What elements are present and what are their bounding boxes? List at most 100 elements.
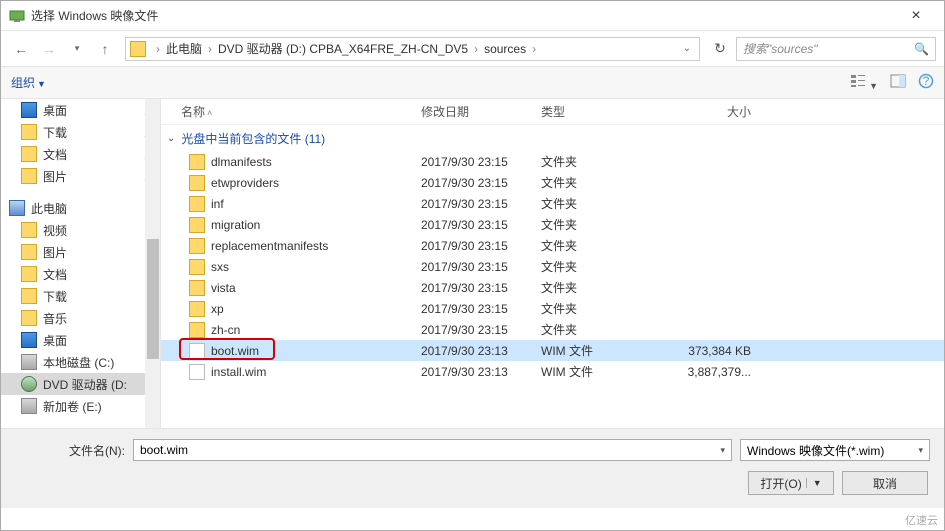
chevron-down-icon[interactable]: ⌄ [679,43,695,54]
group-header[interactable]: ⌄ 光盘中当前包含的文件 (11) [161,125,944,151]
file-row[interactable]: sxs2017/9/30 23:15文件夹 [161,256,944,277]
file-name: etwproviders [211,176,279,190]
open-button[interactable]: 打开(O)▼ [748,471,834,495]
help-button[interactable]: ? [918,73,934,92]
watermark: 亿速云 [905,512,938,528]
file-type: 文件夹 [541,153,661,170]
search-input[interactable]: 搜索"sources" 🔍 [736,37,936,61]
toolbar: 组织▼ ▼ ? [1,67,944,99]
tree-item[interactable]: DVD 驱动器 (D: [1,373,161,395]
chevron-down-icon: ▼ [37,79,46,89]
monitor-icon [21,102,37,118]
folder-icon [189,322,205,338]
tree-item[interactable]: 桌面 [1,99,161,121]
folder-icon [189,301,205,317]
file-row[interactable]: replacementmanifests 2017/9/30 23:15文件夹 [161,235,944,256]
file-date: 2017/9/30 23:15 [421,260,541,274]
column-type[interactable]: 类型 [541,103,661,120]
tree-item[interactable]: 音乐 [1,307,161,329]
chevron-down-icon: ⌄ [167,133,175,144]
file-type: 文件夹 [541,237,661,254]
tree-label: 文档 [43,146,67,163]
breadcrumb-segment[interactable]: DVD 驱动器 (D:) CPBA_X64FRE_ZH-CN_DV5 [216,40,470,57]
tree-label: 视频 [43,222,67,239]
tree-label: 图片 [43,244,67,261]
column-size[interactable]: 大小 [661,103,761,120]
title-bar: 选择 Windows 映像文件 × [1,1,944,31]
folder-icon [21,288,37,304]
filename-input[interactable]: boot.wim▾ [133,439,732,461]
folder-icon [189,196,205,212]
tree-item[interactable]: 文档 [1,263,161,285]
monitor-icon [21,332,37,348]
chevron-down-icon: ▼ [806,478,822,488]
folder-icon [21,310,37,326]
scrollbar-vertical[interactable] [145,99,161,449]
column-date[interactable]: 修改日期 [421,103,541,120]
file-name: inf [211,197,224,211]
file-row[interactable]: migration2017/9/30 23:15文件夹 [161,214,944,235]
file-row[interactable]: boot.wim2017/9/30 23:13WIM 文件373,384 KB [161,340,944,361]
tree-item-this-pc[interactable]: 此电脑 [1,197,161,219]
file-row[interactable]: install.wim2017/9/30 23:13WIM 文件3,887,37… [161,361,944,382]
file-name: boot.wim [211,344,259,358]
file-date: 2017/9/30 23:13 [421,365,541,379]
file-date: 2017/9/30 23:15 [421,218,541,232]
file-name: replacementmanifests [211,239,328,253]
file-name: zh-cn [211,323,240,337]
tree-item[interactable]: 下载 [1,121,161,143]
file-icon [189,364,205,380]
file-row[interactable]: vista2017/9/30 23:15文件夹 [161,277,944,298]
svg-text:?: ? [923,74,930,88]
tree-label: 下载 [43,124,67,141]
search-icon: 🔍 [914,42,929,56]
sort-indicator-icon: ˄ [207,108,212,118]
chevron-down-icon: ▾ [720,445,725,456]
file-date: 2017/9/30 23:15 [421,197,541,211]
file-type-select[interactable]: Windows 映像文件(*.wim)▾ [740,439,930,461]
refresh-button[interactable]: ↻ [708,37,732,61]
chevron-right-icon: › [204,42,216,56]
tree-pane[interactable]: 桌面下载文档图片 此电脑 视频图片文档下载音乐桌面本地磁盘 (C:)DVD 驱动… [1,99,161,449]
tree-item[interactable]: 桌面 [1,329,161,351]
tree-label: 本地磁盘 (C:) [43,354,114,371]
tree-item[interactable]: 图片 [1,241,161,263]
column-headers: 名称˄ 修改日期 类型 大小 [161,99,944,125]
preview-pane-button[interactable] [890,73,906,92]
app-icon [9,8,25,24]
file-date: 2017/9/30 23:15 [421,239,541,253]
organize-button[interactable]: 组织▼ [11,74,46,91]
chevron-right-icon: › [528,42,540,56]
nav-up-button[interactable]: ↑ [93,37,117,61]
tree-item[interactable]: 文档 [1,143,161,165]
breadcrumb-segment[interactable]: 此电脑 [164,40,204,57]
chevron-down-icon: ▾ [918,445,923,456]
folder-icon [21,146,37,162]
file-row[interactable]: xp2017/9/30 23:15文件夹 [161,298,944,319]
tree-item[interactable]: 视频 [1,219,161,241]
file-type: 文件夹 [541,300,661,317]
tree-item[interactable]: 图片 [1,165,161,187]
folder-icon [21,124,37,140]
tree-item[interactable]: 新加卷 (E:) [1,395,161,417]
file-pane[interactable]: 名称˄ 修改日期 类型 大小 ⌄ 光盘中当前包含的文件 (11) dlmanif… [161,99,944,449]
column-name[interactable]: 名称˄ [161,103,421,120]
file-row[interactable]: zh-cn2017/9/30 23:15文件夹 [161,319,944,340]
nav-forward-button[interactable]: → [37,37,61,61]
file-type: 文件夹 [541,174,661,191]
tree-item[interactable]: 本地磁盘 (C:) [1,351,161,373]
folder-icon [189,217,205,233]
nav-back-button[interactable]: ← [9,37,33,61]
close-button[interactable]: × [896,1,936,31]
cancel-button[interactable]: 取消 [842,471,928,495]
file-row[interactable]: inf2017/9/30 23:15文件夹 [161,193,944,214]
folder-icon [21,244,37,260]
breadcrumb-segment[interactable]: sources [482,42,528,56]
file-row[interactable]: etwproviders2017/9/30 23:15文件夹 [161,172,944,193]
nav-history-button[interactable]: ▾ [65,37,89,61]
view-mode-button[interactable]: ▼ [850,73,878,92]
breadcrumb-bar[interactable]: › 此电脑 › DVD 驱动器 (D:) CPBA_X64FRE_ZH-CN_D… [125,37,700,61]
file-name: install.wim [211,365,266,379]
tree-item[interactable]: 下载 [1,285,161,307]
file-row[interactable]: dlmanifests2017/9/30 23:15文件夹 [161,151,944,172]
